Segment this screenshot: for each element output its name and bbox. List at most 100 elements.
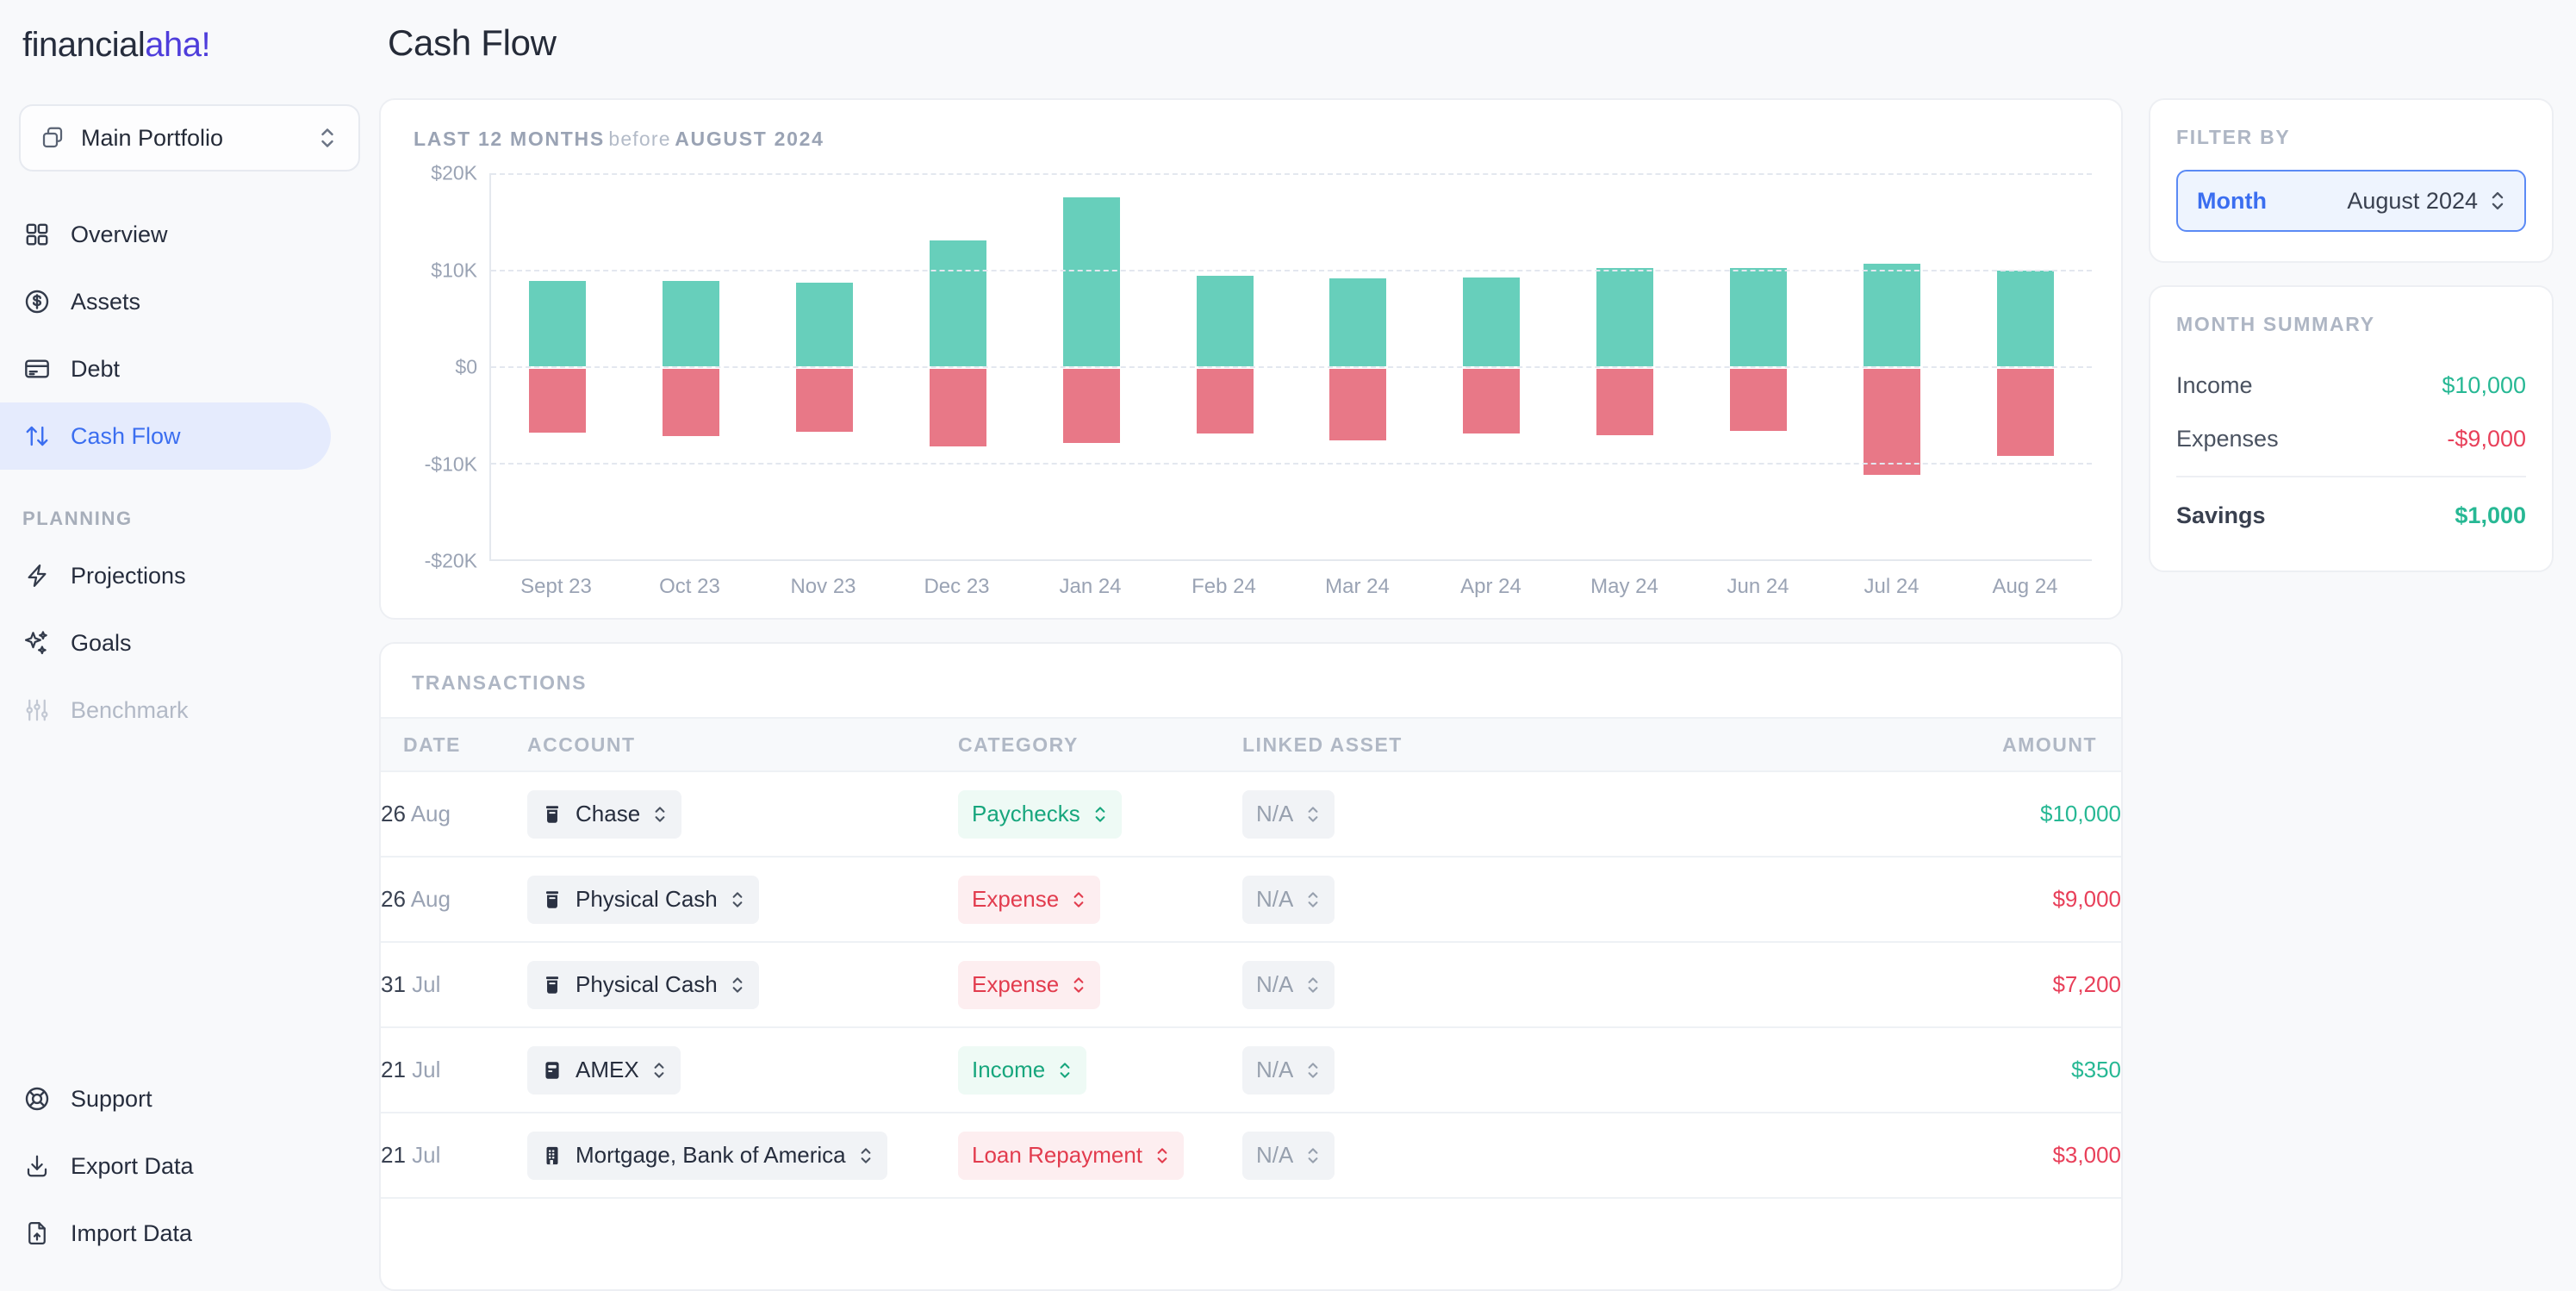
category-selector[interactable]: Expense (958, 960, 1101, 1009)
column-header-linked-asset: LINKED ASSET (1242, 717, 1656, 772)
cash-flow-chart-card: LAST 12 MONTHS before AUGUST 2024 $20K $1… (379, 98, 2123, 620)
filter-key-label: Month (2197, 187, 2267, 214)
x-axis-tick-label: Aug 24 (1992, 575, 2058, 598)
sidebar-section-planning: PLANNING (22, 508, 133, 529)
jar-icon (541, 974, 563, 996)
account-selector[interactable]: Physical Cash (527, 960, 759, 1009)
chart-bar-expense (1463, 369, 1521, 434)
sidebar-item-cash-flow[interactable]: Cash Flow (0, 402, 331, 470)
x-axis-tick-label: Mar 24 (1325, 575, 1390, 598)
account-selector[interactable]: Mortgage, Bank of America (527, 1131, 887, 1180)
linked-asset-selector[interactable]: N/A (1242, 789, 1335, 839)
category-name: Loan Repayment (972, 1142, 1143, 1168)
transaction-month: Aug (410, 886, 451, 912)
credit-card-icon (22, 354, 52, 384)
linked-asset-selector[interactable]: N/A (1242, 960, 1335, 1009)
transaction-linked-asset-cell: N/A (1242, 942, 1656, 1028)
summary-expenses-value: -$9,000 (2447, 425, 2526, 452)
chart-x-axis: Sept 23 Oct 23 Nov 23 Dec 23 Jan 24 Feb 24 Mar… (489, 575, 2092, 599)
chart-gridline (491, 270, 2092, 271)
chart-bar-income (1863, 264, 1920, 366)
summary-savings-label: Savings (2176, 502, 2266, 528)
y-axis-tick-label: -$10K (424, 452, 477, 475)
sidebar-item-debt[interactable]: Debt (0, 335, 331, 402)
transactions-title: TRANSACTIONS (412, 671, 588, 694)
account-name: AMEX (576, 1057, 639, 1082)
lightning-icon (22, 561, 52, 590)
table-row[interactable]: 26 Aug Physical Cash Expense N/A $9,000 (381, 857, 2121, 943)
sidebar-item-label: Export Data (71, 1152, 194, 1179)
x-axis-tick-label: Jan 24 (1059, 575, 1122, 598)
summary-income-value: $10,000 (2442, 371, 2526, 398)
portfolio-selector[interactable]: Main Portfolio (19, 104, 360, 172)
sidebar-item-support[interactable]: Support (0, 1065, 331, 1132)
chart-plot-area: $20K $10K $0 -$10K -$20K (410, 162, 2092, 572)
table-row[interactable]: 31 Jul Physical Cash Expense N/A $7,200 (381, 942, 2121, 1028)
chart-gridline (491, 463, 2092, 465)
month-filter-control[interactable]: Month August 2024 (2176, 170, 2526, 232)
account-selector[interactable]: Chase (527, 789, 682, 839)
chart-bar-income (1996, 271, 2054, 366)
summary-title: MONTH SUMMARY (2176, 313, 2375, 335)
table-header-row: DATE ACCOUNT CATEGORY LINKED ASSET AMOUN… (381, 717, 2121, 772)
transactions-table-body: 26 Aug Chase Paychecks N/A $10,000 26 Aug Phys… (381, 771, 2121, 1199)
transaction-month: Aug (410, 801, 451, 826)
sidebar-item-goals[interactable]: Goals (0, 609, 331, 677)
sidebar-item-import-data[interactable]: Import Data (0, 1200, 331, 1267)
linked-asset-selector[interactable]: N/A (1242, 1131, 1335, 1180)
linked-asset-selector[interactable]: N/A (1242, 1045, 1335, 1095)
category-selector[interactable]: Loan Repayment (958, 1131, 1185, 1180)
chart-bar-expense (1329, 369, 1387, 440)
sidebar-item-overview[interactable]: Overview (0, 201, 331, 268)
sidebar-item-assets[interactable]: Assets (0, 268, 331, 335)
column-header-account: ACCOUNT (527, 717, 958, 772)
account-selector[interactable]: AMEX (527, 1045, 681, 1095)
logo-text-accent: aha! (145, 26, 211, 64)
sidebar-item-projections[interactable]: Projections (0, 542, 331, 609)
sidebar-item-label: Debt (71, 355, 121, 382)
category-name: Expense (972, 886, 1060, 912)
page-title: Cash Flow (388, 22, 557, 63)
chevron-updown-icon (858, 1145, 874, 1166)
account-name: Chase (576, 801, 641, 826)
account-selector[interactable]: Physical Cash (527, 875, 759, 924)
transaction-date: 26 Aug (381, 771, 527, 858)
chart-plot (489, 173, 2092, 561)
linked-asset-selector[interactable]: N/A (1242, 875, 1335, 924)
category-selector[interactable]: Income (958, 1045, 1087, 1095)
table-row[interactable]: 21 Jul AMEX Income N/A $350 (381, 1027, 2121, 1113)
sidebar-item-export-data[interactable]: Export Data (0, 1132, 331, 1200)
summary-row-income: Income $10,000 (2176, 359, 2526, 412)
category-name: Paychecks (972, 801, 1080, 826)
transaction-month: Jul (412, 971, 441, 997)
account-name: Mortgage, Bank of America (576, 1142, 846, 1168)
x-axis-tick-label: Feb 24 (1192, 575, 1256, 598)
transaction-day: 31 (381, 971, 406, 997)
dollar-circle-icon (22, 287, 52, 316)
sidebar-item-label: Benchmark (71, 696, 189, 723)
chart-bar-income (1062, 197, 1120, 366)
transaction-date: 31 Jul (381, 942, 527, 1028)
table-row[interactable]: 21 Jul Mortgage, Bank of America Loan Repa… (381, 1113, 2121, 1199)
table-row[interactable]: 26 Aug Chase Paychecks N/A $10,000 (381, 771, 2121, 858)
x-axis-tick-label: May 24 (1590, 575, 1658, 598)
category-selector[interactable]: Expense (958, 875, 1101, 924)
app-root: financialaha! Main Portfolio Overview As… (0, 0, 2576, 1291)
chart-y-axis: $20K $10K $0 -$10K -$20K (410, 162, 489, 572)
chart-gridline (491, 173, 2092, 175)
sliders-icon (22, 695, 52, 725)
chevron-updown-icon (1305, 975, 1321, 995)
chevron-updown-icon (1057, 1060, 1073, 1081)
transactions-table-head: DATE ACCOUNT CATEGORY LINKED ASSET AMOUN… (381, 717, 2121, 772)
transaction-account-cell: Physical Cash (527, 857, 958, 943)
chart-bar-expense (1596, 369, 1654, 436)
transaction-amount: $10,000 (1656, 771, 2121, 858)
chevron-updown-icon (1305, 889, 1321, 910)
chart-bar-income (1196, 275, 1254, 366)
category-selector[interactable]: Paychecks (958, 789, 1122, 839)
chevron-updown-icon (1305, 1060, 1321, 1081)
chevron-updown-icon (730, 889, 745, 910)
linked-asset-name: N/A (1256, 1142, 1294, 1168)
chart-bar-income (1463, 277, 1521, 366)
chart-bar-income (1729, 267, 1787, 366)
